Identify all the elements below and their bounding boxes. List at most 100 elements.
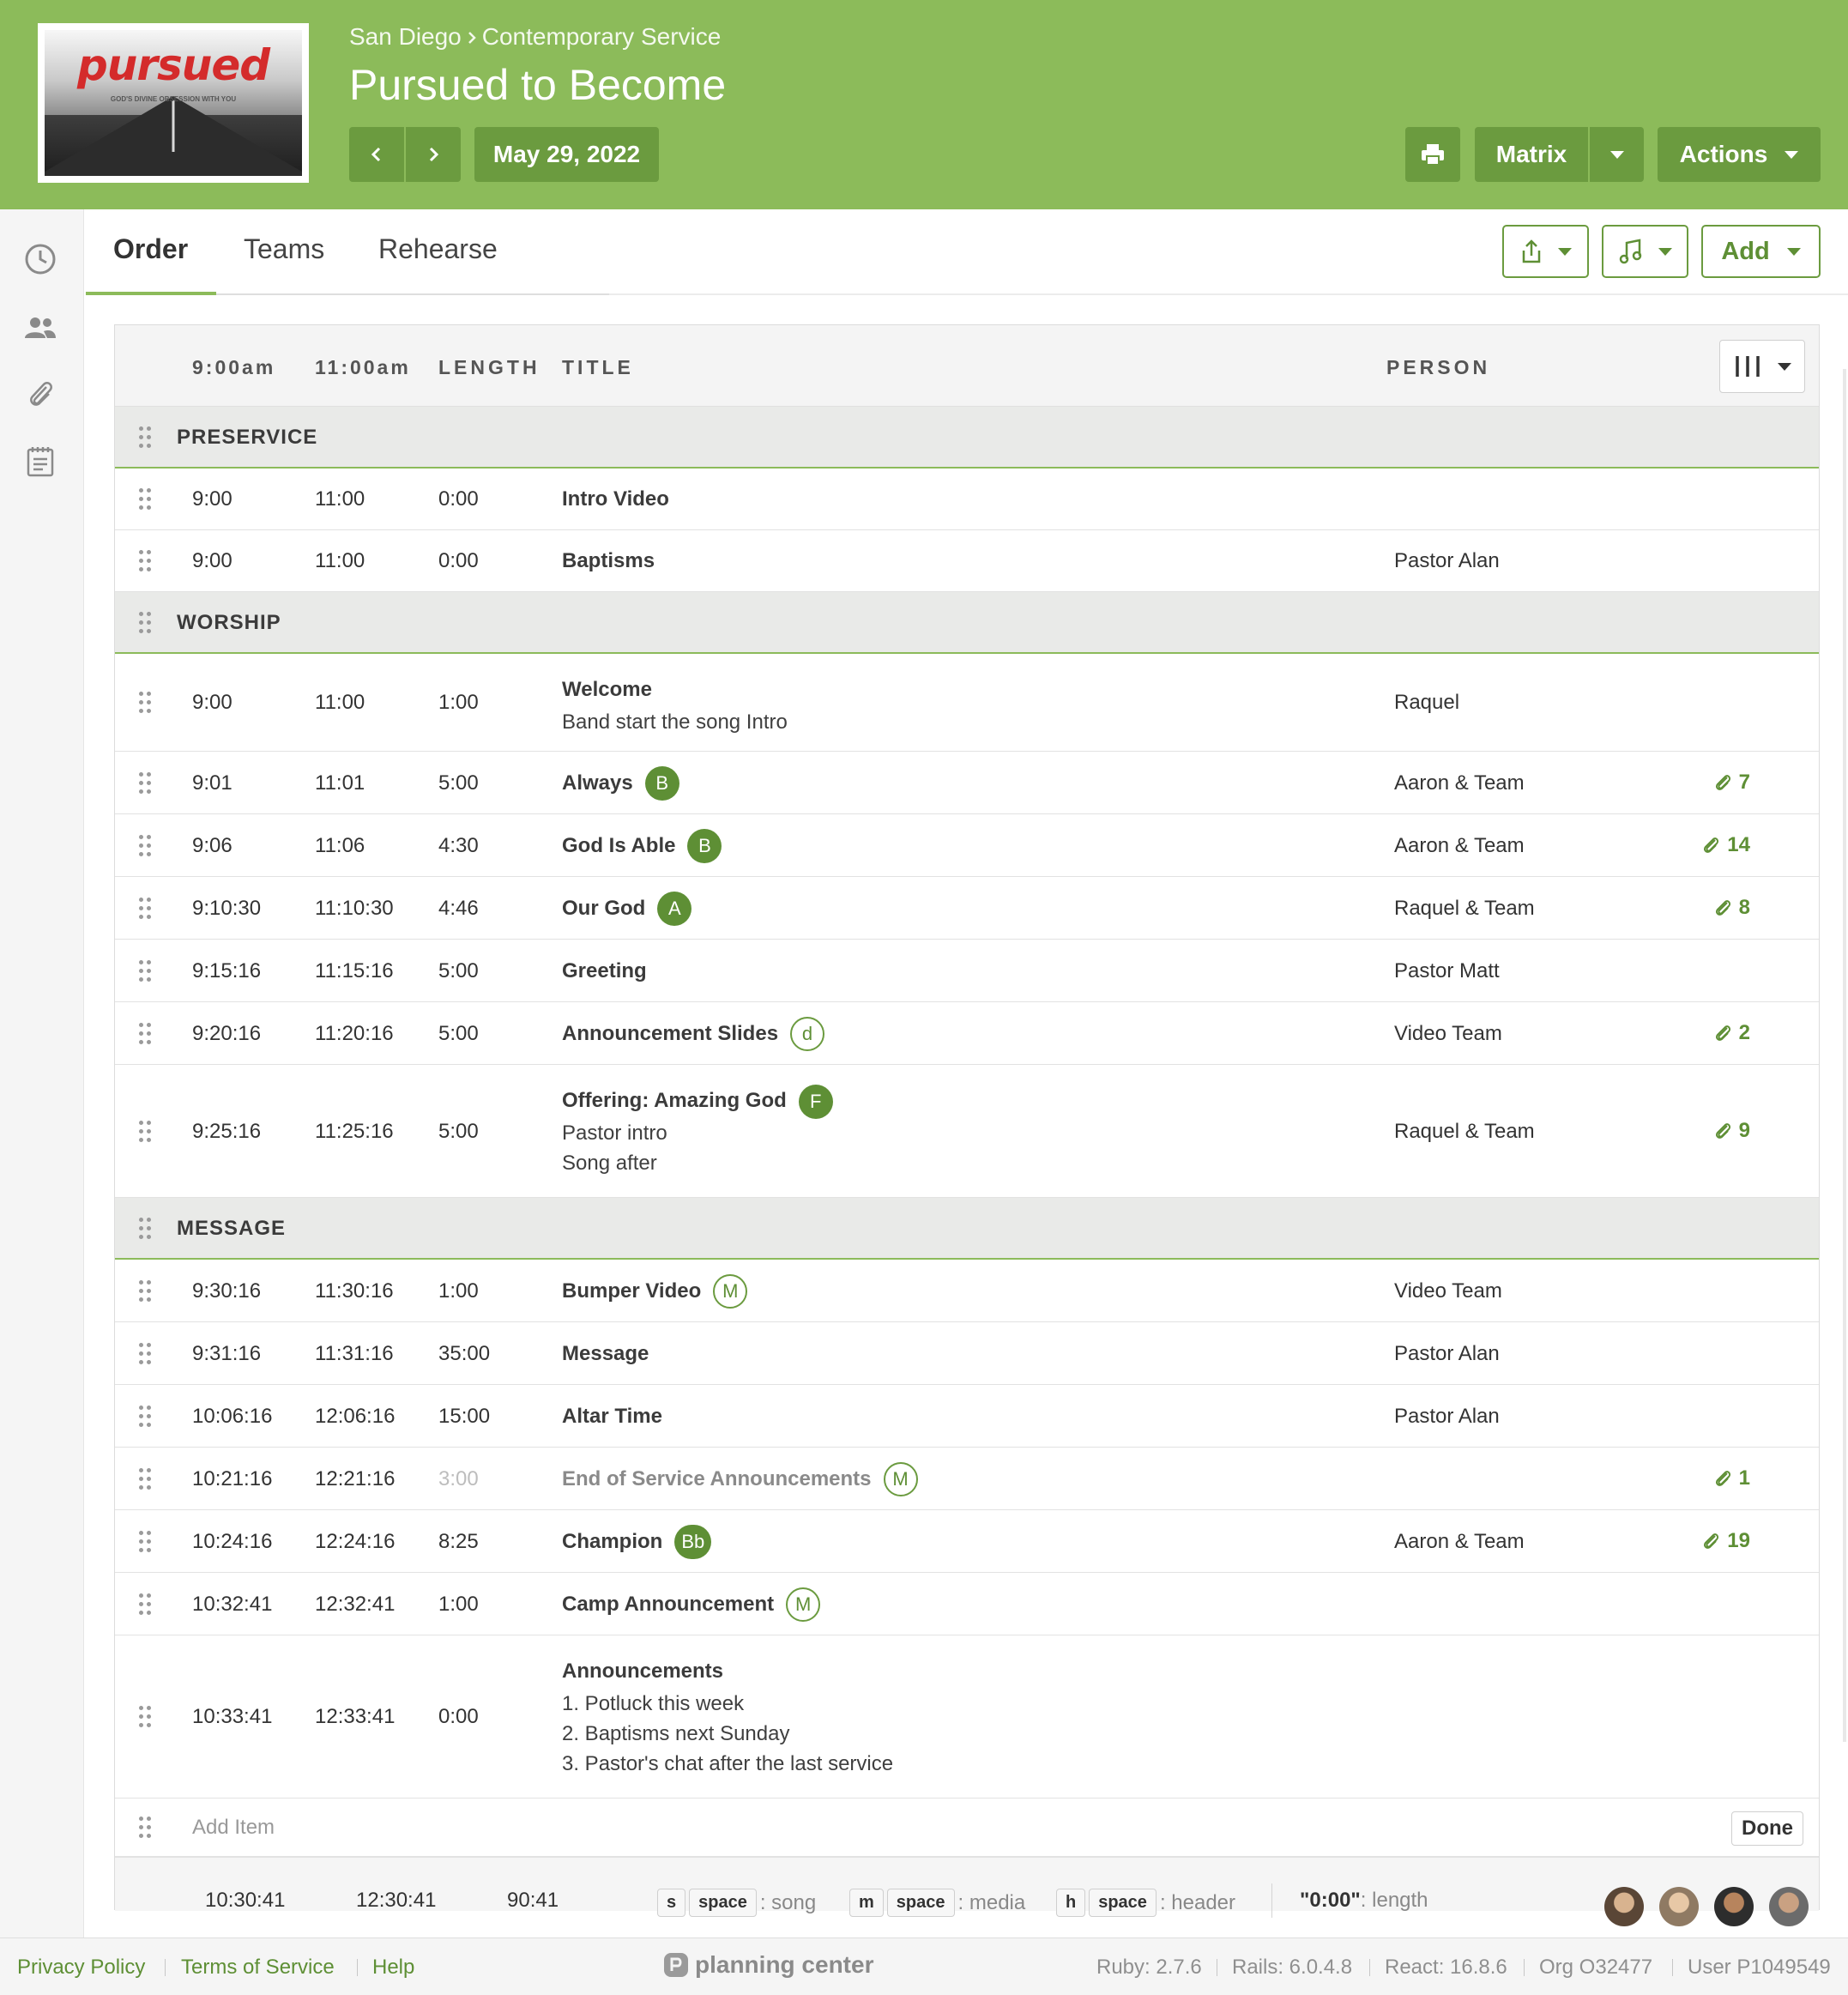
item-title-wrap[interactable]: Greeting [562,954,647,988]
scrollbar[interactable] [1843,369,1846,1742]
item-attachments[interactable]: 1 [1713,1466,1750,1490]
tab-order[interactable]: Order [113,233,188,265]
add-item-input[interactable]: Add Item [192,1816,275,1840]
columns-menu-button[interactable] [1719,340,1805,393]
item-person[interactable]: Video Team [1394,1279,1502,1303]
item-attachments[interactable]: 9 [1713,1119,1750,1143]
item-length[interactable]: 1:00 [438,691,479,715]
item-key-badge[interactable]: M [713,1274,748,1309]
service-item-row[interactable]: 9:06 11:06 4:30 God Is Able B Aaron & Team 14 [115,814,1819,877]
item-title[interactable]: Camp Announcement [562,1593,774,1616]
item-title[interactable]: Bumper Video [562,1279,701,1303]
drag-handle-icon[interactable] [139,1530,153,1553]
item-length[interactable]: 4:30 [438,834,479,858]
item-title[interactable]: Announcements [562,1659,723,1683]
music-button[interactable] [1602,225,1688,278]
item-title-wrap[interactable]: Offering: Amazing God F [562,1084,833,1119]
add-button[interactable]: Add [1701,225,1821,278]
item-title-wrap[interactable]: Always B [562,766,679,801]
item-title[interactable]: Baptisms [562,549,655,572]
share-button[interactable] [1502,225,1589,278]
service-item-row[interactable]: 9:00 11:00 0:00 Intro Video [115,469,1819,530]
terms-of-service-link[interactable]: Terms of Service [181,1956,335,1980]
item-title[interactable]: Always [562,771,633,795]
item-title[interactable]: Welcome [562,678,652,701]
item-title[interactable]: End of Service Announcements [562,1467,872,1490]
item-person[interactable]: Pastor Matt [1394,959,1500,983]
item-length[interactable]: 0:00 [438,487,479,511]
drag-handle-icon[interactable] [139,897,153,920]
service-item-row[interactable]: 9:00 11:00 1:00 Welcome Band start the song … [115,654,1819,752]
drag-handle-icon[interactable] [139,1218,153,1240]
service-item-row[interactable]: 9:10:30 11:10:30 4:46 Our God A Raquel & Team… [115,877,1819,940]
item-title-wrap[interactable]: Camp Announcement M [562,1587,821,1623]
item-title-wrap[interactable]: Baptisms [562,544,655,578]
clock-icon[interactable] [21,240,59,278]
next-plan-button[interactable] [406,127,461,182]
service-item-row[interactable]: 9:15:16 11:15:16 5:00 Greeting Pastor Matt [115,940,1819,1002]
previous-plan-button[interactable] [349,127,404,182]
item-attachments[interactable]: 14 [1701,833,1750,857]
item-key-badge[interactable]: B [687,829,722,864]
item-person[interactable]: Raquel & Team [1394,1120,1535,1144]
service-item-row[interactable]: 9:20:16 11:20:16 5:00 Announcement Slides d V… [115,1002,1819,1065]
section-header-row[interactable]: PRESERVICE [115,407,1819,469]
drag-handle-icon[interactable] [139,550,153,572]
item-length[interactable]: 5:00 [438,1120,479,1144]
item-title[interactable]: Announcement Slides [562,1022,778,1045]
item-title-wrap[interactable]: God Is Able B [562,829,722,864]
item-title[interactable]: God Is Able [562,834,675,857]
item-person[interactable]: Aaron & Team [1394,1530,1525,1554]
item-title-wrap[interactable]: Our God A [562,892,692,927]
item-length[interactable]: 1:00 [438,1593,479,1617]
item-title[interactable]: Greeting [562,959,647,982]
item-length[interactable]: 5:00 [438,771,479,795]
team-member-avatar[interactable] [1769,1887,1809,1926]
item-length[interactable]: 0:00 [438,549,479,573]
tab-rehearse[interactable]: Rehearse [378,233,498,265]
item-person[interactable]: Aaron & Team [1394,834,1525,858]
drag-handle-icon[interactable] [139,1279,153,1303]
item-title-wrap[interactable]: Altar Time [562,1400,662,1434]
notes-icon[interactable] [21,443,59,481]
service-item-row[interactable]: 9:00 11:00 0:00 Baptisms Pastor Alan [115,530,1819,592]
item-person[interactable]: Raquel & Team [1394,897,1535,921]
item-length[interactable]: 15:00 [438,1405,490,1429]
item-key-badge[interactable]: F [798,1084,833,1119]
item-person[interactable]: Raquel [1394,691,1459,715]
item-key-badge[interactable]: A [657,892,692,927]
service-item-row[interactable]: 10:33:41 12:33:41 0:00 Announcements 1. Potl… [115,1635,1819,1799]
plan-date-button[interactable]: May 29, 2022 [474,127,659,182]
drag-handle-icon[interactable] [139,1467,153,1490]
item-title[interactable]: Our God [562,897,645,920]
item-length[interactable]: 5:00 [438,959,479,983]
item-title[interactable]: Altar Time [562,1405,662,1428]
service-item-row[interactable]: 10:06:16 12:06:16 15:00 Altar Time Pastor Al… [115,1385,1819,1448]
item-key-badge[interactable]: d [790,1017,825,1052]
drag-handle-icon[interactable] [139,488,153,511]
service-item-row[interactable]: 10:32:41 12:32:41 1:00 Camp Announcement M [115,1573,1819,1635]
drag-handle-icon[interactable] [139,426,153,449]
done-button[interactable]: Done [1731,1811,1803,1846]
section-header-row[interactable]: WORSHIP [115,592,1819,654]
item-length[interactable]: 3:00 [438,1467,479,1491]
item-title-wrap[interactable]: Intro Video [562,482,669,517]
item-title-wrap[interactable]: End of Service Announcements M [562,1462,918,1497]
paperclip-icon[interactable] [21,376,59,414]
people-icon[interactable] [21,309,59,347]
team-member-avatar[interactable] [1604,1887,1644,1926]
matrix-button[interactable]: Matrix [1475,127,1588,182]
help-link[interactable]: Help [372,1956,414,1980]
item-title-wrap[interactable]: Announcement Slides d [562,1017,825,1052]
service-item-row[interactable]: 9:25:16 11:25:16 5:00 Offering: Amazing God… [115,1065,1819,1198]
drag-handle-icon[interactable] [139,834,153,857]
team-member-avatar[interactable] [1659,1887,1699,1926]
item-title-wrap[interactable]: Message [562,1337,649,1371]
service-item-row[interactable]: 10:21:16 12:21:16 3:00 End of Service Annou… [115,1448,1819,1510]
drag-handle-icon[interactable] [139,1405,153,1428]
item-title-wrap[interactable]: Champion Bb [562,1525,712,1560]
drag-handle-icon[interactable] [139,1593,153,1616]
service-item-row[interactable]: 10:24:16 12:24:16 8:25 Champion Bb Aaron & Te… [115,1510,1819,1573]
item-length[interactable]: 1:00 [438,1279,479,1303]
item-title[interactable]: Message [562,1342,649,1365]
